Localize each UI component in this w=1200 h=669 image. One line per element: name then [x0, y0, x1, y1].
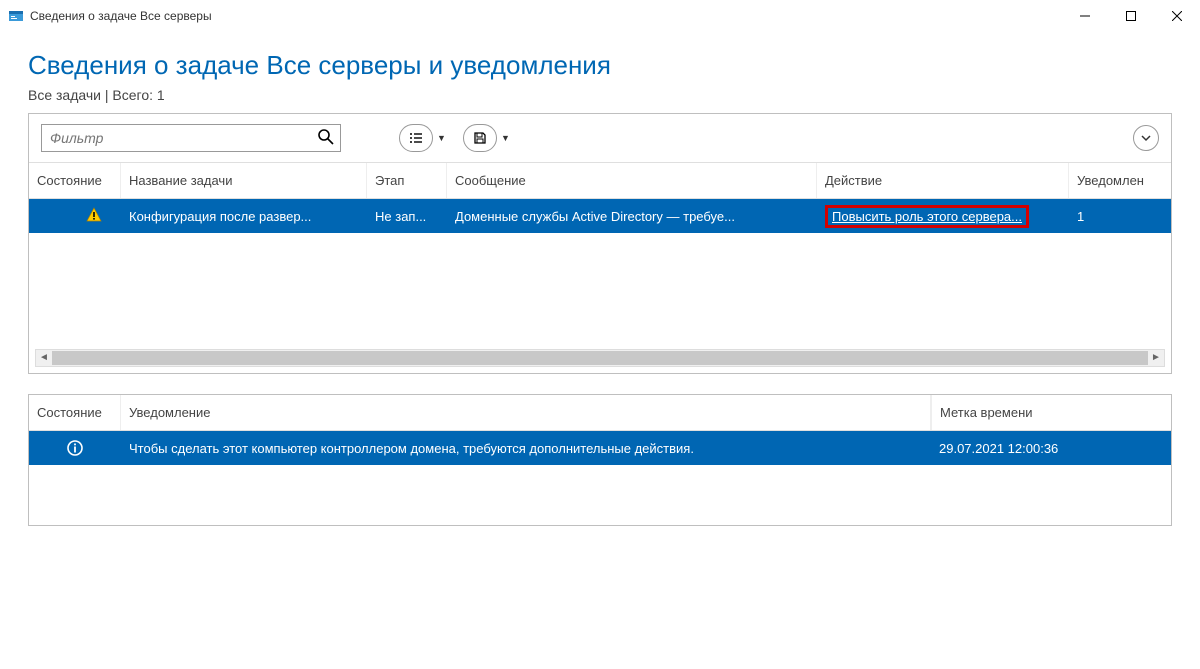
notification-text: Чтобы сделать этот компьютер контроллеро… — [121, 441, 931, 456]
window-title: Сведения о задаче Все серверы — [30, 9, 212, 23]
list-view-button[interactable] — [399, 124, 433, 152]
page-subtitle: Все задачи | Всего: 1 — [28, 87, 1172, 103]
scroll-right-icon[interactable]: ► — [1149, 351, 1163, 365]
notif-count-cell: 1 — [1069, 209, 1159, 224]
search-icon[interactable] — [317, 128, 335, 151]
maximize-button[interactable] — [1108, 0, 1154, 32]
filter-box — [41, 124, 341, 152]
action-highlight: Повысить роль этого сервера... — [825, 205, 1029, 228]
task-row[interactable]: Конфигурация после развер... Не зап... Д… — [29, 199, 1171, 233]
col-notification[interactable]: Уведомление — [121, 395, 931, 430]
state-cell — [29, 206, 121, 227]
timestamp-cell: 29.07.2021 12:00:36 — [931, 441, 1151, 456]
save-view-button[interactable] — [463, 124, 497, 152]
notifications-panel: Состояние Уведомление Метка времени Чтоб… — [28, 394, 1172, 526]
app-icon — [8, 8, 24, 24]
message-cell: Доменные службы Active Directory — требу… — [447, 209, 817, 224]
col-stage[interactable]: Этап — [367, 163, 447, 198]
promote-server-link[interactable]: Повысить роль этого сервера... — [832, 209, 1022, 224]
scroll-thumb[interactable] — [52, 351, 1148, 365]
scroll-left-icon[interactable]: ◄ — [37, 351, 51, 365]
horizontal-scrollbar[interactable]: ◄ ► — [35, 349, 1165, 367]
page-title: Сведения о задаче Все серверы и уведомле… — [28, 50, 1172, 81]
col-message[interactable]: Сообщение — [447, 163, 817, 198]
col-task-name[interactable]: Название задачи — [121, 163, 367, 198]
stage-cell: Не зап... — [367, 209, 447, 224]
titlebar: Сведения о задаче Все серверы — [0, 0, 1200, 32]
col-state-2[interactable]: Состояние — [29, 395, 121, 430]
action-cell: Повысить роль этого сервера... — [817, 205, 1069, 228]
state-cell-2 — [29, 439, 121, 457]
col-state[interactable]: Состояние — [29, 163, 121, 198]
close-button[interactable] — [1154, 0, 1200, 32]
col-notifications[interactable]: Уведомлен — [1069, 163, 1159, 198]
notifications-header-row: Состояние Уведомление Метка времени — [29, 395, 1171, 431]
task-name-cell: Конфигурация после развер... — [121, 209, 367, 224]
minimize-button[interactable] — [1062, 0, 1108, 32]
chevron-down-icon[interactable]: ▼ — [437, 133, 446, 143]
warning-icon — [85, 206, 103, 227]
notification-row[interactable]: Чтобы сделать этот компьютер контроллеро… — [29, 431, 1171, 465]
col-timestamp[interactable]: Метка времени — [931, 395, 1151, 430]
tasks-panel: ▼ ▼ Состояние Название задачи Этап Сообщ… — [28, 113, 1172, 374]
window-controls — [1062, 0, 1200, 32]
info-icon — [37, 439, 113, 457]
tasks-header-row: Состояние Название задачи Этап Сообщение… — [29, 162, 1171, 199]
chevron-down-icon[interactable]: ▼ — [501, 133, 510, 143]
expand-button[interactable] — [1133, 125, 1159, 151]
col-action[interactable]: Действие — [817, 163, 1069, 198]
filter-input[interactable] — [41, 124, 341, 152]
toolbar: ▼ ▼ — [29, 114, 1171, 162]
